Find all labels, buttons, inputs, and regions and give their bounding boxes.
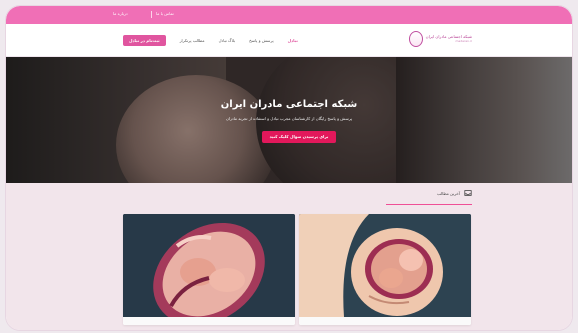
ask-question-button[interactable]: برای پرسیدن سوال کلیک کنید bbox=[262, 131, 336, 143]
brand-subtitle: madaran.ir bbox=[455, 38, 473, 43]
main-navigation: شبکه اجتماعی مادران ایران madaran.ir ثبت… bbox=[6, 24, 572, 57]
post-image-pregnant-belly bbox=[299, 214, 471, 317]
brand-text: شبکه اجتماعی مادران ایران madaran.ir bbox=[426, 34, 473, 43]
hero-banner: شبکه اجتماعی مادران ایران پرسش و پاسخ را… bbox=[6, 57, 572, 183]
inbox-icon bbox=[464, 190, 472, 196]
topbar-link-contact[interactable]: تماس با ما bbox=[156, 11, 174, 16]
nav-item-frequent[interactable]: مطالب پرتکرار bbox=[180, 38, 205, 43]
post-card-footer bbox=[123, 317, 295, 325]
tab-latest-label: آخرین مطالب bbox=[436, 190, 460, 196]
topbar-link-about[interactable]: درباره ما bbox=[113, 11, 128, 16]
hero-subtitle: پرسش و پاسخ رایگان از کارشناسان مجرب تبا… bbox=[225, 116, 353, 121]
logo-icon bbox=[408, 31, 423, 47]
hero-title: شبکه اجتماعی مادران ایران bbox=[220, 99, 358, 110]
nav-menu: ثبت‌نام در تبادل مطالب پرتکرار بلاگ تباد… bbox=[123, 35, 298, 46]
post-card[interactable] bbox=[123, 214, 295, 325]
nav-item-qa[interactable]: پرسش و پاسخ bbox=[249, 38, 274, 43]
register-button[interactable]: ثبت‌نام در تبادل bbox=[123, 35, 166, 46]
nav-item-tabadol[interactable]: تبادل bbox=[288, 38, 298, 43]
browser-frame: درباره ما تماس با ما شبکه اجتماعی مادران… bbox=[6, 6, 572, 330]
tab-latest-posts[interactable]: آخرین مطالب bbox=[437, 189, 472, 197]
tab-active-indicator bbox=[386, 204, 472, 205]
site-logo[interactable]: شبکه اجتماعی مادران ایران madaran.ir bbox=[408, 31, 473, 47]
post-image-fetus-womb bbox=[123, 214, 295, 317]
post-card[interactable] bbox=[299, 214, 471, 325]
top-bar: درباره ما تماس با ما bbox=[6, 6, 572, 24]
topbar-separator bbox=[151, 11, 152, 18]
nav-item-blog[interactable]: بلاگ تبادل bbox=[219, 38, 236, 43]
post-card-footer bbox=[299, 317, 471, 325]
